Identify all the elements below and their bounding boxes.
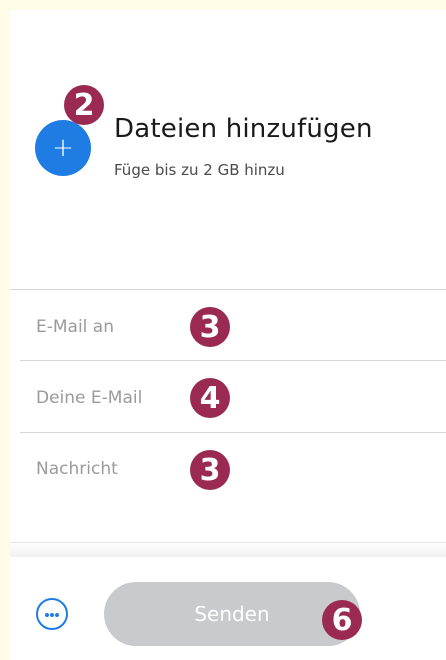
recipient-email-field[interactable] <box>36 312 206 342</box>
add-files-button[interactable]: + <box>35 120 91 176</box>
annotation-badge-to: 3 <box>190 307 230 347</box>
annotation-badge-add: 2 <box>64 85 104 125</box>
send-button[interactable]: Senden <box>104 582 360 646</box>
annotation-badge-from: 4 <box>190 378 230 418</box>
divider <box>20 360 446 361</box>
dot <box>45 613 49 617</box>
dot <box>50 613 54 617</box>
annotation-badge-send: 6 <box>322 600 362 640</box>
upload-subtitle: Füge bis zu 2 GB hinzu <box>114 161 285 179</box>
sender-email-field[interactable] <box>36 383 206 413</box>
plus-icon: + <box>52 133 74 163</box>
transfer-panel: + 2 Dateien hinzufügen Füge bis zu 2 GB … <box>10 10 446 660</box>
annotation-badge-message: 3 <box>190 450 230 490</box>
divider <box>10 289 446 290</box>
more-options-icon[interactable] <box>36 598 68 630</box>
message-field[interactable] <box>36 454 206 484</box>
upload-title: Dateien hinzufügen <box>114 114 373 144</box>
divider <box>20 432 446 433</box>
dot <box>55 613 59 617</box>
footer-divider <box>10 542 446 557</box>
